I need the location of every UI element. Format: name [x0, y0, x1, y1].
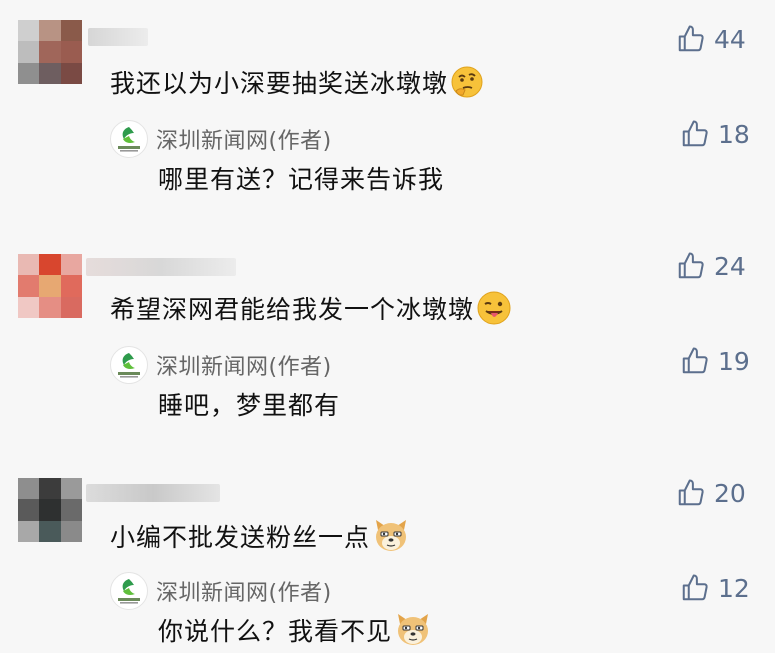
thinking-face-emoji — [451, 66, 483, 98]
thumbs-up-icon — [678, 479, 704, 506]
like-button[interactable]: 24 — [676, 251, 746, 281]
author-name[interactable]: 深圳新闻网(作者) — [156, 575, 332, 607]
commenter-avatar-blurred[interactable] — [18, 20, 82, 84]
commenter-name-blurred — [86, 258, 236, 276]
author-name[interactable]: 深圳新闻网(作者) — [156, 123, 332, 155]
szNews-logo[interactable] — [110, 572, 148, 610]
like-button[interactable]: 18 — [680, 119, 750, 149]
reply-text: 哪里有送？记得来告诉我 — [158, 165, 445, 194]
doge-emoji — [398, 614, 429, 645]
like-button[interactable]: 19 — [680, 346, 750, 376]
like-button[interactable]: 12 — [680, 573, 750, 603]
like-count: 19 — [718, 346, 750, 376]
author-name[interactable]: 深圳新闻网(作者) — [156, 349, 332, 381]
comment-text: 希望深网君能给我发一个冰墩墩 — [110, 290, 512, 326]
reply-text: 睡吧，梦里都有 — [158, 391, 341, 420]
szNews-logo[interactable] — [110, 120, 148, 158]
thumbs-up-icon — [682, 347, 708, 374]
thumbs-up-icon — [678, 25, 704, 52]
like-count: 44 — [714, 24, 746, 54]
thumbs-up-icon — [682, 574, 708, 601]
thumbs-up-icon — [682, 120, 708, 147]
like-count: 24 — [714, 251, 746, 281]
commenter-name-blurred — [86, 484, 220, 502]
like-button[interactable]: 44 — [676, 24, 746, 54]
like-count: 20 — [714, 478, 746, 508]
like-button[interactable]: 20 — [676, 478, 746, 508]
like-count: 18 — [718, 119, 750, 149]
szNews-logo[interactable] — [110, 346, 148, 384]
comment-text: 我还以为小深要抽奖送冰墩墩 — [110, 64, 484, 100]
commenter-name-blurred — [88, 28, 148, 46]
like-count: 12 — [718, 573, 750, 603]
winking-tongue-face-emoji — [477, 291, 511, 325]
reply-text: 你说什么？我看不见 — [158, 612, 432, 648]
thumbs-up-icon — [678, 252, 704, 279]
doge-emoji — [376, 520, 407, 551]
commenter-avatar-blurred[interactable] — [18, 254, 82, 318]
commenter-avatar-blurred[interactable] — [18, 478, 82, 542]
comment-text: 小编不批发送粉丝一点 — [110, 518, 410, 554]
